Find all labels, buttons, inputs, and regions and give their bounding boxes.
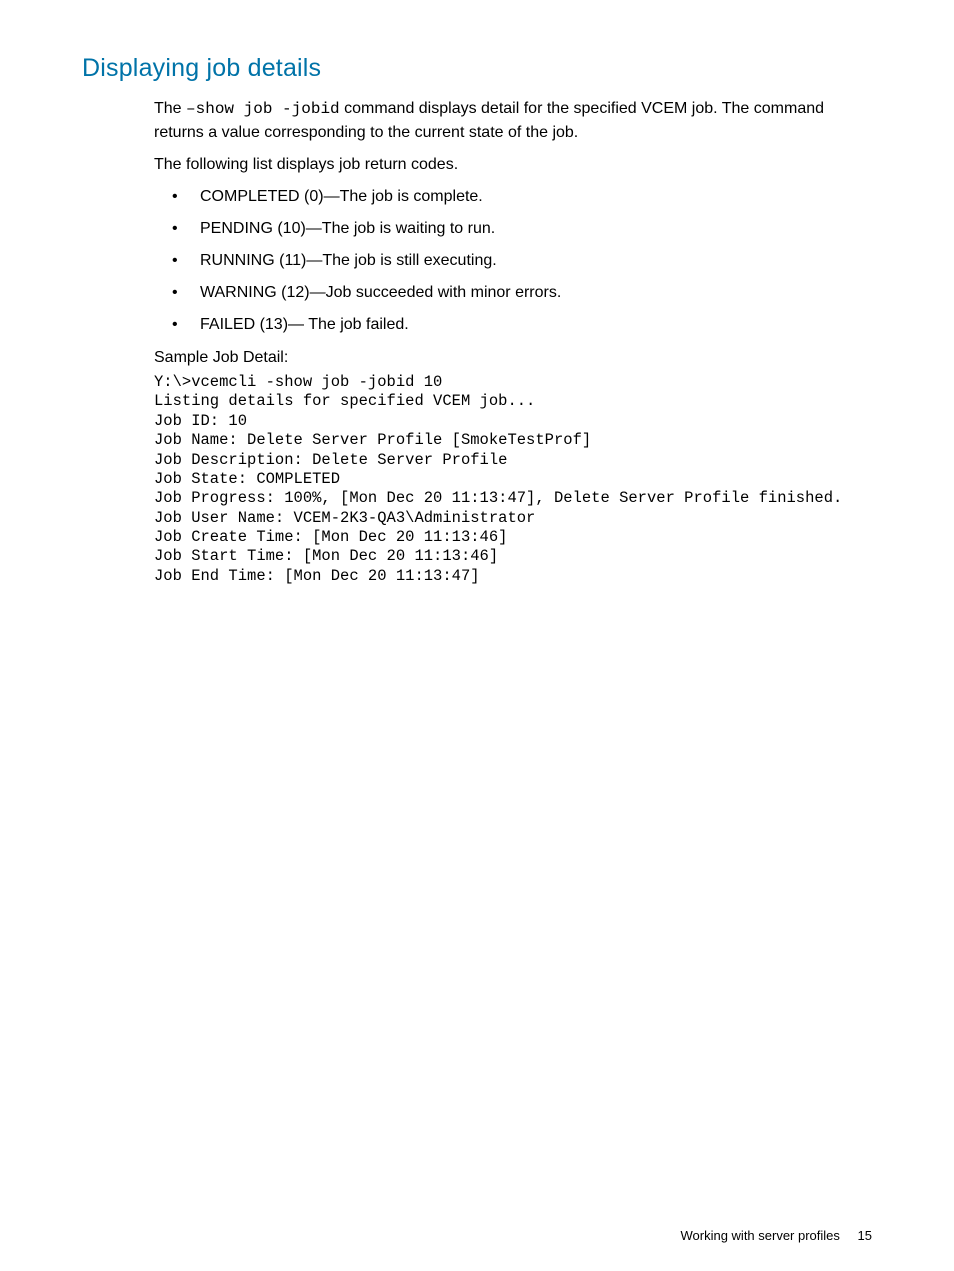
list-item: PENDING (10)—The job is waiting to run.	[154, 217, 872, 241]
section-heading: Displaying job details	[82, 54, 872, 83]
list-item: FAILED (13)— The job failed.	[154, 313, 872, 337]
list-item: RUNNING (11)—The job is still executing.	[154, 249, 872, 273]
list-item: COMPLETED (0)—The job is complete.	[154, 185, 872, 209]
footer-page-number: 15	[858, 1228, 872, 1243]
list-intro: The following list displays job return c…	[154, 153, 872, 177]
intro-command: –show job -jobid	[186, 100, 340, 118]
list-item: WARNING (12)—Job succeeded with minor er…	[154, 281, 872, 305]
sample-label: Sample Job Detail:	[154, 349, 872, 367]
intro-paragraph: The –show job -jobid command displays de…	[154, 97, 872, 145]
intro-prefix: The	[154, 100, 186, 117]
body-block: The –show job -jobid command displays de…	[154, 97, 872, 586]
page-footer: Working with server profiles 15	[680, 1228, 872, 1243]
return-codes-list: COMPLETED (0)—The job is complete. PENDI…	[154, 185, 872, 337]
footer-section: Working with server profiles	[680, 1228, 839, 1243]
sample-output: Y:\>vcemcli -show job -jobid 10 Listing …	[154, 373, 872, 586]
